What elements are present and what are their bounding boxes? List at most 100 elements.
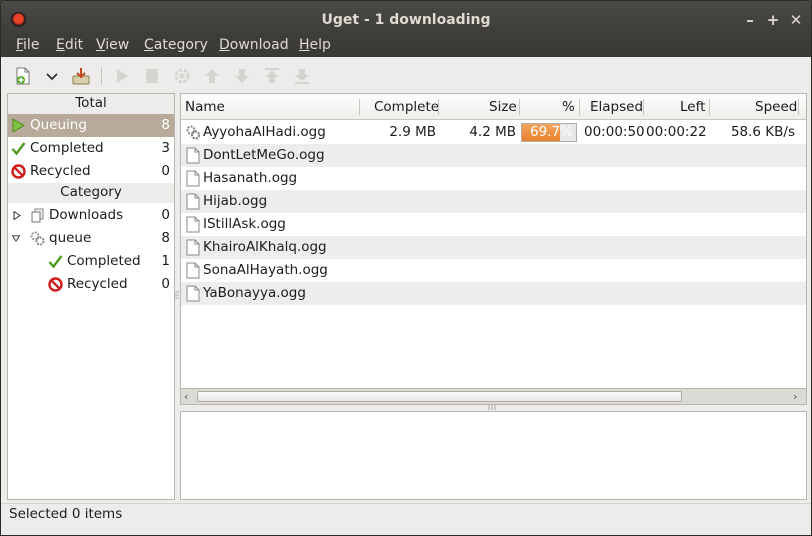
category-sidebar: Total Queuing 8 Completed 3 Recycled 0 C…: [7, 93, 175, 500]
download-row[interactable]: KhairoAlKhalq.ogg: [181, 236, 806, 259]
arrow-down-icon: [235, 69, 249, 83]
title-bar[interactable]: Uget - 1 downloading – + ✕: [1, 1, 811, 37]
download-row[interactable]: AyyohaAlHadi.ogg 2.9 MB 4.2 MB 69.7% 00:…: [181, 121, 806, 144]
file-icon: [186, 193, 200, 210]
expander-expanded-icon[interactable]: [12, 234, 20, 243]
column-elapsed[interactable]: Elapsed: [590, 99, 643, 115]
menu-help[interactable]: Help: [299, 37, 331, 54]
maximize-button[interactable]: +: [765, 12, 781, 28]
file-icon: [186, 239, 200, 256]
size-value: 4.2 MB: [469, 124, 516, 140]
category-item-count: 0: [161, 207, 170, 223]
column-separator[interactable]: [519, 99, 520, 115]
sidebar-item-queuing[interactable]: Queuing 8: [8, 114, 174, 137]
gear-icon: [174, 68, 190, 84]
category-subitem-recycled[interactable]: Recycled 0: [8, 273, 174, 296]
download-row[interactable]: DontLetMeGo.ogg: [181, 144, 806, 167]
download-row[interactable]: YaBonayya.ogg: [181, 282, 806, 305]
progress-bar: 69.7%: [521, 123, 577, 142]
sidebar-item-count: 3: [161, 140, 170, 156]
scrollbar-thumb[interactable]: [197, 391, 682, 402]
column-name[interactable]: Name: [185, 99, 225, 115]
prohibited-icon: [48, 277, 63, 292]
minimize-button[interactable]: –: [742, 12, 758, 28]
menu-edit[interactable]: Edit: [56, 37, 83, 54]
file-icon: [186, 285, 200, 302]
arrow-top-icon: [265, 68, 279, 83]
column-complete[interactable]: Complete: [374, 99, 439, 115]
status-bar: Selected 0 items: [1, 503, 811, 535]
download-row[interactable]: SonaAlHayath.ogg: [181, 259, 806, 282]
column-size[interactable]: Size: [489, 99, 517, 115]
file-name: DontLetMeGo.ogg: [203, 147, 325, 163]
new-download-button[interactable]: [13, 66, 33, 86]
download-row[interactable]: Hijab.ogg: [181, 190, 806, 213]
play-icon: [117, 69, 128, 83]
column-separator[interactable]: [438, 99, 439, 115]
horizontal-scrollbar[interactable]: ‹ ›: [180, 388, 807, 405]
chevron-down-icon: [46, 73, 58, 81]
pause-button[interactable]: [142, 66, 162, 86]
arrow-bottom-icon: [295, 69, 309, 84]
sidebar-item-label: Recycled: [30, 163, 91, 179]
scroll-left-arrow-icon[interactable]: ‹: [184, 390, 188, 403]
file-name: Hijab.ogg: [203, 193, 268, 209]
move-bottom-button[interactable]: [292, 66, 312, 86]
checkmark-icon: [48, 254, 63, 269]
file-icon: [186, 262, 200, 279]
category-subitem-label: Completed: [67, 253, 141, 269]
downloading-gears-icon: [186, 125, 200, 140]
file-name: YaBonayya.ogg: [203, 285, 306, 301]
save-button[interactable]: [71, 66, 91, 86]
column-separator[interactable]: [359, 99, 360, 115]
main-window: Uget - 1 downloading – + ✕ File Edit Vie…: [0, 0, 812, 536]
file-name: SonaAlHayath.ogg: [203, 262, 328, 278]
properties-button[interactable]: [172, 66, 192, 86]
toolbar: [1, 57, 811, 93]
menu-download[interactable]: Download: [219, 37, 289, 54]
category-item-downloads[interactable]: Downloads 0: [8, 204, 174, 227]
category-item-count: 8: [161, 230, 170, 246]
scroll-right-arrow-icon[interactable]: ›: [793, 390, 797, 403]
move-down-button[interactable]: [232, 66, 252, 86]
category-icon: [30, 208, 45, 223]
move-top-button[interactable]: [262, 66, 282, 86]
column-percent[interactable]: %: [562, 99, 575, 115]
sidebar-item-completed[interactable]: Completed 3: [8, 137, 174, 160]
new-file-icon: [16, 67, 30, 85]
category-subitem-label: Recycled: [67, 276, 128, 292]
category-subitem-completed[interactable]: Completed 1: [8, 250, 174, 273]
complete-value: 2.9 MB: [389, 124, 436, 140]
download-row[interactable]: IStillAsk.ogg: [181, 213, 806, 236]
column-speed[interactable]: Speed: [755, 99, 797, 115]
pane-resize-handle[interactable]: [487, 405, 497, 410]
column-separator[interactable]: [643, 99, 644, 115]
pane-resize-handle[interactable]: [175, 291, 179, 301]
expander-collapsed-icon[interactable]: [13, 211, 21, 220]
download-list: Name Complete Size % Elapsed Left Speed …: [180, 93, 807, 389]
sidebar-item-recycled[interactable]: Recycled 0: [8, 160, 174, 183]
menu-bar: File Edit View Category Download Help: [1, 37, 811, 57]
menu-category[interactable]: Category: [144, 37, 208, 54]
total-header: Total: [8, 94, 174, 114]
menu-view[interactable]: View: [96, 37, 129, 54]
column-separator[interactable]: [579, 99, 580, 115]
new-menu-dropdown[interactable]: [42, 66, 62, 86]
download-row[interactable]: Hasanath.ogg: [181, 167, 806, 190]
file-icon: [186, 147, 200, 164]
move-up-button[interactable]: [202, 66, 222, 86]
status-text: Selected 0 items: [9, 506, 123, 522]
sidebar-item-label: Queuing: [30, 117, 87, 133]
category-subitem-count: 0: [161, 276, 170, 292]
file-name: IStillAsk.ogg: [203, 216, 286, 232]
file-icon: [186, 216, 200, 233]
column-separator[interactable]: [798, 99, 799, 115]
category-item-label: Downloads: [49, 207, 124, 223]
category-item-queue[interactable]: queue 8: [8, 227, 174, 250]
menu-file[interactable]: File: [16, 37, 39, 54]
left-value: 00:00:22: [646, 124, 707, 140]
close-button[interactable]: ✕: [788, 12, 804, 28]
column-left[interactable]: Left: [680, 99, 705, 115]
start-button[interactable]: [112, 66, 132, 86]
column-separator[interactable]: [709, 99, 710, 115]
